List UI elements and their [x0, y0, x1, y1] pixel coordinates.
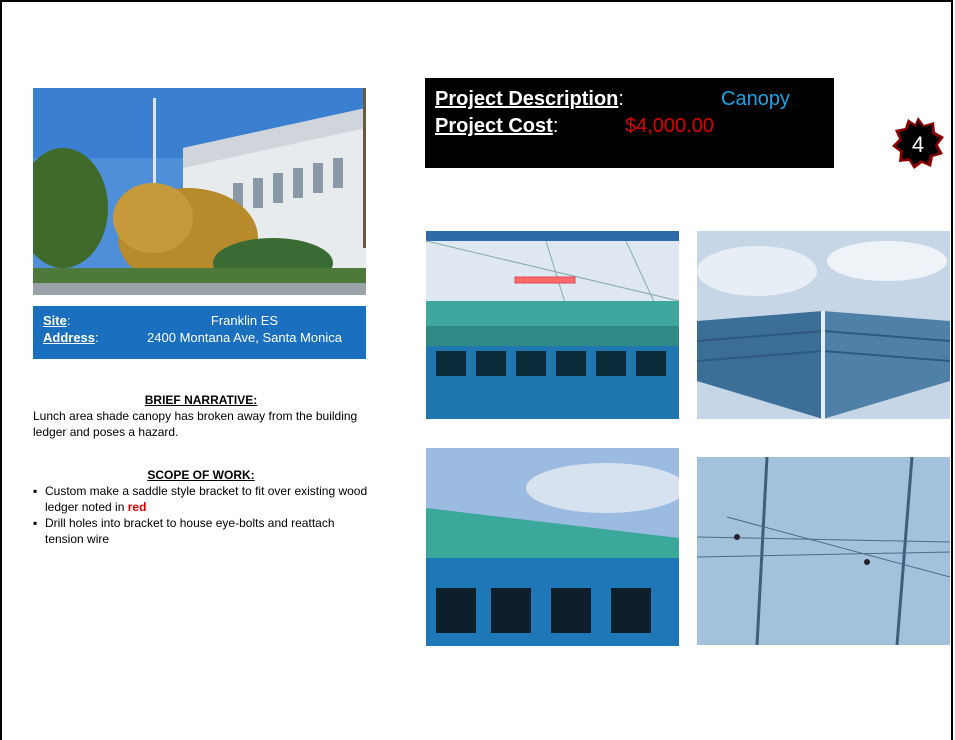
scope-item: ▪ Drill holes into bracket to house eye-b…	[33, 516, 335, 546]
canopy-ledger-photo	[426, 231, 679, 419]
site-value: Franklin ES	[210, 313, 279, 328]
scope-list: ▪ Custom make a saddle style bracket to f…	[33, 483, 369, 547]
address-label: Address	[43, 330, 96, 345]
site-label: Site	[43, 313, 67, 328]
scope-of-work: SCOPE OF WORK: ▪ Custom make a saddle sty…	[33, 467, 369, 547]
cost-row: Project Cost: $4,000.00	[435, 113, 824, 140]
description-value: Canopy	[721, 88, 790, 110]
narrative-heading: BRIEF NARRATIVE:	[144, 393, 258, 407]
scope-item-1-emphasis: red	[127, 500, 147, 514]
scope-item-2-text: Drill holes into bracket to house eye-bo…	[45, 516, 335, 546]
address-row: Address: 2400 Montana Ave, Santa Monica	[43, 329, 356, 346]
project-number-badge: 4	[890, 115, 946, 171]
scope-item: ▪ Custom make a saddle style bracket to f…	[33, 484, 368, 514]
brief-narrative: BRIEF NARRATIVE: Lunch area shade canopy…	[33, 392, 369, 440]
project-summary-box: Project Description: Canopy Project Cost…	[425, 78, 834, 168]
narrative-text: Lunch area shade canopy has broken away …	[33, 409, 358, 439]
address-value: 2400 Montana Ave, Santa Monica	[147, 330, 342, 345]
site-info-box: Site: Franklin ES Address: 2400 Montana …	[33, 306, 366, 359]
school-building-photo	[33, 88, 366, 295]
site-row: Site: Franklin ES	[43, 312, 356, 329]
canopy-wires-photo	[697, 457, 950, 645]
canopy-underside-photo	[697, 231, 950, 419]
building-wall-photo	[426, 448, 679, 646]
description-row: Project Description: Canopy	[435, 86, 824, 113]
scope-item-1-text: Custom make a saddle style bracket to fi…	[45, 484, 368, 514]
scope-heading: SCOPE OF WORK:	[147, 468, 255, 482]
cost-label: Project Cost	[435, 115, 553, 137]
description-label: Project Description	[435, 88, 619, 110]
project-number: 4	[912, 132, 924, 157]
cost-value: $4,000.00	[625, 115, 714, 137]
